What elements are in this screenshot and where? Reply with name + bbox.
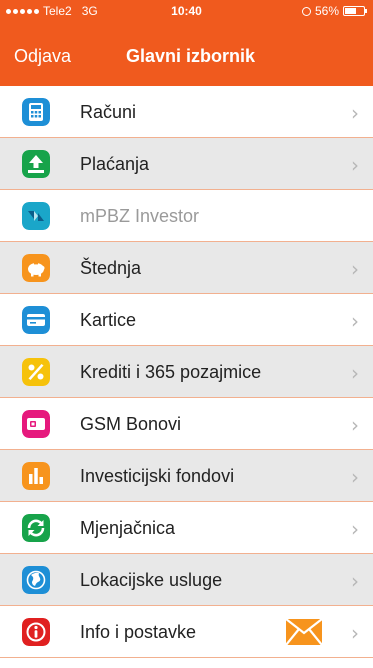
menu-item-gsm-bonovi[interactable]: GSM Bonovi › xyxy=(0,398,373,450)
calculator-icon xyxy=(22,98,50,126)
chevron-right-icon: › xyxy=(351,309,359,333)
menu-item-label: Štednja xyxy=(80,258,142,278)
chevron-right-icon: › xyxy=(351,621,359,645)
chevron-right-icon: › xyxy=(351,517,359,541)
exchange-icon xyxy=(22,514,50,542)
menu-item-label: mPBZ Investor xyxy=(80,206,200,226)
chevron-right-icon: › xyxy=(351,101,359,125)
header: Tele2 3G 10:40 56% Odjava Glavni izborni… xyxy=(0,0,373,86)
nav-bar: Odjava Glavni izbornik xyxy=(0,34,373,78)
status-bar: Tele2 3G 10:40 56% xyxy=(0,0,373,22)
chevron-right-icon: › xyxy=(351,361,359,385)
bar-chart-icon xyxy=(22,462,50,490)
menu-item-investicijski-fondovi[interactable]: Investicijski fondovi › xyxy=(0,450,373,502)
menu-item-label: Info i postavke xyxy=(80,622,197,642)
page-title: Glavni izbornik xyxy=(126,46,256,66)
globe-icon xyxy=(22,566,50,594)
sim-card-icon xyxy=(22,410,50,438)
menu-item-label: Investicijski fondovi xyxy=(80,466,235,486)
chevron-right-icon: › xyxy=(351,413,359,437)
menu-item-mpbz-investor[interactable]: mPBZ Investor xyxy=(0,190,373,242)
chevron-right-icon: › xyxy=(351,257,359,281)
menu-item-label: Računi xyxy=(80,102,137,122)
mail-envelope-icon xyxy=(286,619,322,645)
menu-item-label: Lokacijske usluge xyxy=(80,570,223,590)
percent-icon xyxy=(22,358,50,386)
upload-arrow-icon xyxy=(22,150,50,178)
menu-item-racuni[interactable]: Računi › xyxy=(0,86,373,138)
menu-item-mjenjacnica[interactable]: Mjenjačnica › xyxy=(0,502,373,554)
menu-item-label: Plaćanja xyxy=(80,154,150,174)
menu-item-krediti[interactable]: Krediti i 365 pozajmice › xyxy=(0,346,373,398)
logout-button[interactable]: Odjava xyxy=(14,46,71,67)
menu-item-info-postavke[interactable]: Info i postavke › xyxy=(0,606,373,658)
piggy-bank-icon xyxy=(22,254,50,282)
battery-percent: 56% xyxy=(314,4,339,18)
info-icon xyxy=(22,618,50,646)
menu-item-stednja[interactable]: Štednja › xyxy=(0,242,373,294)
card-icon xyxy=(22,306,50,334)
status-right: 56% xyxy=(301,0,367,22)
main-menu-list: Računi › Plaćanja › mPBZ Investor Štednj… xyxy=(0,86,373,658)
menu-item-lokacijske-usluge[interactable]: Lokacijske usluge › xyxy=(0,554,373,606)
menu-item-placanja[interactable]: Plaćanja › xyxy=(0,138,373,190)
chevron-right-icon: › xyxy=(351,569,359,593)
menu-item-label: GSM Bonovi xyxy=(80,414,182,434)
battery-icon xyxy=(343,6,367,16)
main-menu-screen: Tele2 3G 10:40 56% Odjava Glavni izborni… xyxy=(0,0,373,668)
chevron-right-icon: › xyxy=(351,153,359,177)
menu-item-label: Kartice xyxy=(80,310,137,330)
menu-item-label: Mjenjačnica xyxy=(80,518,176,538)
chevron-right-icon: › xyxy=(351,465,359,489)
menu-item-kartice[interactable]: Kartice › xyxy=(0,294,373,346)
investor-icon xyxy=(22,202,50,230)
menu-item-label: Krediti i 365 pozajmice xyxy=(80,362,262,382)
alarm-icon xyxy=(301,6,311,16)
